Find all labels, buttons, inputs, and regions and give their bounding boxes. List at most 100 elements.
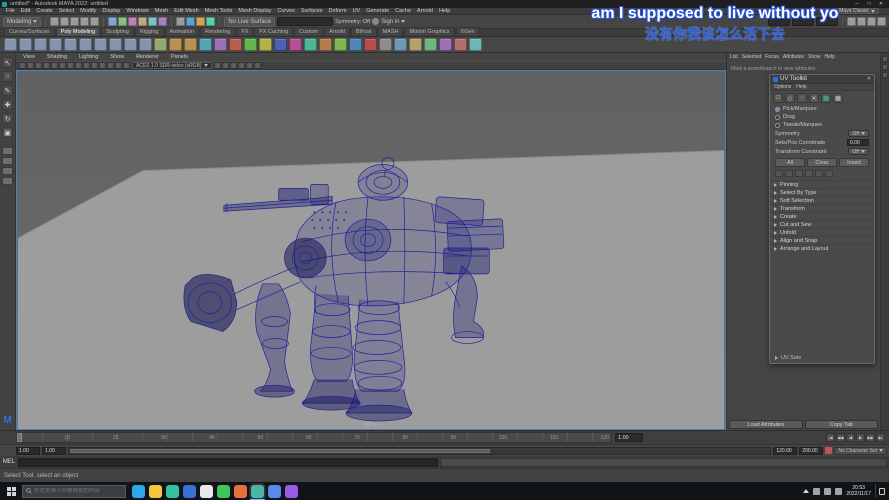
- menu-item[interactable]: Cache: [392, 8, 414, 14]
- shelf-icon[interactable]: [94, 38, 107, 51]
- viewport-toolbar-icon[interactable]: [99, 62, 106, 69]
- shelf-tab[interactable]: MASH: [378, 27, 404, 36]
- shelf-tab[interactable]: Custom: [294, 27, 323, 36]
- menu-item[interactable]: Create: [33, 8, 56, 14]
- playback-button[interactable]: ▶|: [876, 433, 885, 442]
- snap-icon[interactable]: [158, 17, 167, 26]
- shelf-icon[interactable]: [259, 38, 272, 51]
- viewport-toolbar-icon[interactable]: [35, 62, 42, 69]
- menu-item[interactable]: UV: [350, 8, 364, 14]
- viewport-toolbar-icon[interactable]: [91, 62, 98, 69]
- uv-toolkit-section-header[interactable]: Cut and Sew: [770, 220, 874, 228]
- viewport-toolbar-icon[interactable]: [67, 62, 74, 69]
- shelf-icon[interactable]: [319, 38, 332, 51]
- layout-preset-icon[interactable]: [2, 167, 13, 175]
- colorspace-selector[interactable]: ACES 1.0 SDR-video (sRGB): [132, 62, 212, 69]
- uv-select-button[interactable]: All: [775, 158, 805, 167]
- taskbar-app-icon[interactable]: [268, 485, 281, 498]
- radio-icon[interactable]: [775, 115, 780, 120]
- tool-icon[interactable]: ↻: [2, 113, 13, 124]
- uv-selection-mode-icon[interactable]: □: [773, 93, 783, 103]
- animation-end-field[interactable]: [799, 447, 823, 455]
- radio-icon[interactable]: [775, 123, 780, 128]
- shelf-icon[interactable]: [454, 38, 467, 51]
- shelf-tab[interactable]: Arnold: [324, 27, 350, 36]
- shelf-icon[interactable]: [289, 38, 302, 51]
- shelf-icon[interactable]: [439, 38, 452, 51]
- selection-option-row[interactable]: Tweak/Marquee: [770, 121, 874, 129]
- uv-toolkit-section-header[interactable]: Soft Selection: [770, 196, 874, 204]
- attribute-editor-menu-item[interactable]: Attributes: [783, 54, 804, 60]
- playback-button[interactable]: |◀: [826, 433, 835, 442]
- taskbar-search[interactable]: [22, 485, 126, 498]
- file-tool-icon[interactable]: [60, 17, 69, 26]
- taskbar-app-icon[interactable]: [183, 485, 196, 498]
- menu-item[interactable]: Edit: [18, 8, 33, 14]
- uv-toolkit-section-header[interactable]: Align and Snap: [770, 236, 874, 244]
- viewport-toolbar-icon[interactable]: [238, 62, 245, 69]
- panel-menu-item[interactable]: View: [20, 54, 38, 60]
- shelf-icon[interactable]: [274, 38, 287, 51]
- range-slider-handle[interactable]: [70, 449, 490, 453]
- menu-item[interactable]: Help: [436, 8, 453, 14]
- uv-tool-icon[interactable]: [805, 170, 813, 177]
- network-icon[interactable]: [813, 488, 820, 495]
- menu-item[interactable]: Display: [99, 8, 123, 14]
- file-tool-icon[interactable]: [80, 17, 89, 26]
- command-language-toggle[interactable]: MEL: [2, 459, 16, 465]
- uv-toolkit-titlebar[interactable]: UV Toolkit ✕: [770, 75, 874, 84]
- shelf-tab[interactable]: Poly Modeling: [56, 27, 101, 36]
- shelf-icon[interactable]: [349, 38, 362, 51]
- layout-preset-icon[interactable]: [2, 177, 13, 185]
- menu-item[interactable]: File: [3, 8, 18, 14]
- notification-center-button[interactable]: [875, 484, 887, 498]
- uv-selection-mode-icon[interactable]: ✕: [809, 93, 819, 103]
- viewport-toolbar-icon[interactable]: [115, 62, 122, 69]
- attribute-editor-menu-item[interactable]: List: [730, 54, 738, 60]
- menu-item[interactable]: Arnold: [414, 8, 436, 14]
- shelf-icon[interactable]: [139, 38, 152, 51]
- panel-menu-item[interactable]: Renderer: [133, 54, 162, 60]
- menu-item[interactable]: Generate: [363, 8, 392, 14]
- uv-toolkit-section-header[interactable]: Unfold: [770, 228, 874, 236]
- selection-option-row[interactable]: Pick/Marquee: [770, 105, 874, 113]
- menu-item[interactable]: Select: [56, 8, 77, 14]
- shelf-icon[interactable]: [469, 38, 482, 51]
- symmetry-dropdown[interactable]: Off: [848, 130, 869, 137]
- render-icon[interactable]: [196, 17, 205, 26]
- shelf-icon[interactable]: [109, 38, 122, 51]
- viewport-3d[interactable]: persp: [16, 70, 726, 430]
- menu-item[interactable]: Windows: [123, 8, 151, 14]
- viewport-toolbar-icon[interactable]: [222, 62, 229, 69]
- sign-in-button[interactable]: Sign in: [372, 18, 405, 25]
- radio-icon[interactable]: [775, 107, 780, 112]
- shelf-icon[interactable]: [49, 38, 62, 51]
- shelf-icon[interactable]: [154, 38, 167, 51]
- menu-item[interactable]: Edit Mesh: [171, 8, 201, 14]
- taskbar-app-icon[interactable]: [200, 485, 213, 498]
- taskbar-app-icon[interactable]: [217, 485, 230, 498]
- shelf-icon[interactable]: [34, 38, 47, 51]
- shelf-tab[interactable]: Motion Graphics: [404, 27, 454, 36]
- load-attributes-button[interactable]: Load Attributes: [729, 420, 803, 429]
- shelf-tab[interactable]: Curves/Surfaces: [4, 27, 55, 36]
- uv-toolkit-menu-item[interactable]: Help: [796, 84, 806, 90]
- taskbar-app-icon[interactable]: [149, 485, 162, 498]
- shelf-icon[interactable]: [79, 38, 92, 51]
- uv-sets-row[interactable]: UV Sets: [770, 355, 874, 361]
- shelf-icon[interactable]: [424, 38, 437, 51]
- uv-toolkit-section-header[interactable]: Transform: [770, 204, 874, 212]
- uv-tool-icon[interactable]: [815, 170, 823, 177]
- no-live-surface-button[interactable]: No Live Surface: [224, 17, 275, 27]
- render-icon[interactable]: [206, 17, 215, 26]
- menu-item[interactable]: Mesh Display: [235, 8, 274, 14]
- symmetry-status[interactable]: Symmetry: Off: [335, 19, 370, 25]
- quick-selection-field[interactable]: [277, 17, 333, 26]
- viewport-toolbar-icon[interactable]: [123, 62, 130, 69]
- shelf-icon[interactable]: [4, 38, 17, 51]
- animation-start-field[interactable]: [16, 447, 40, 455]
- uv-toolkit-section-header[interactable]: Create: [770, 212, 874, 220]
- command-input[interactable]: [18, 458, 438, 467]
- tool-icon[interactable]: ○: [2, 71, 13, 82]
- taskbar-app-icon[interactable]: [166, 485, 179, 498]
